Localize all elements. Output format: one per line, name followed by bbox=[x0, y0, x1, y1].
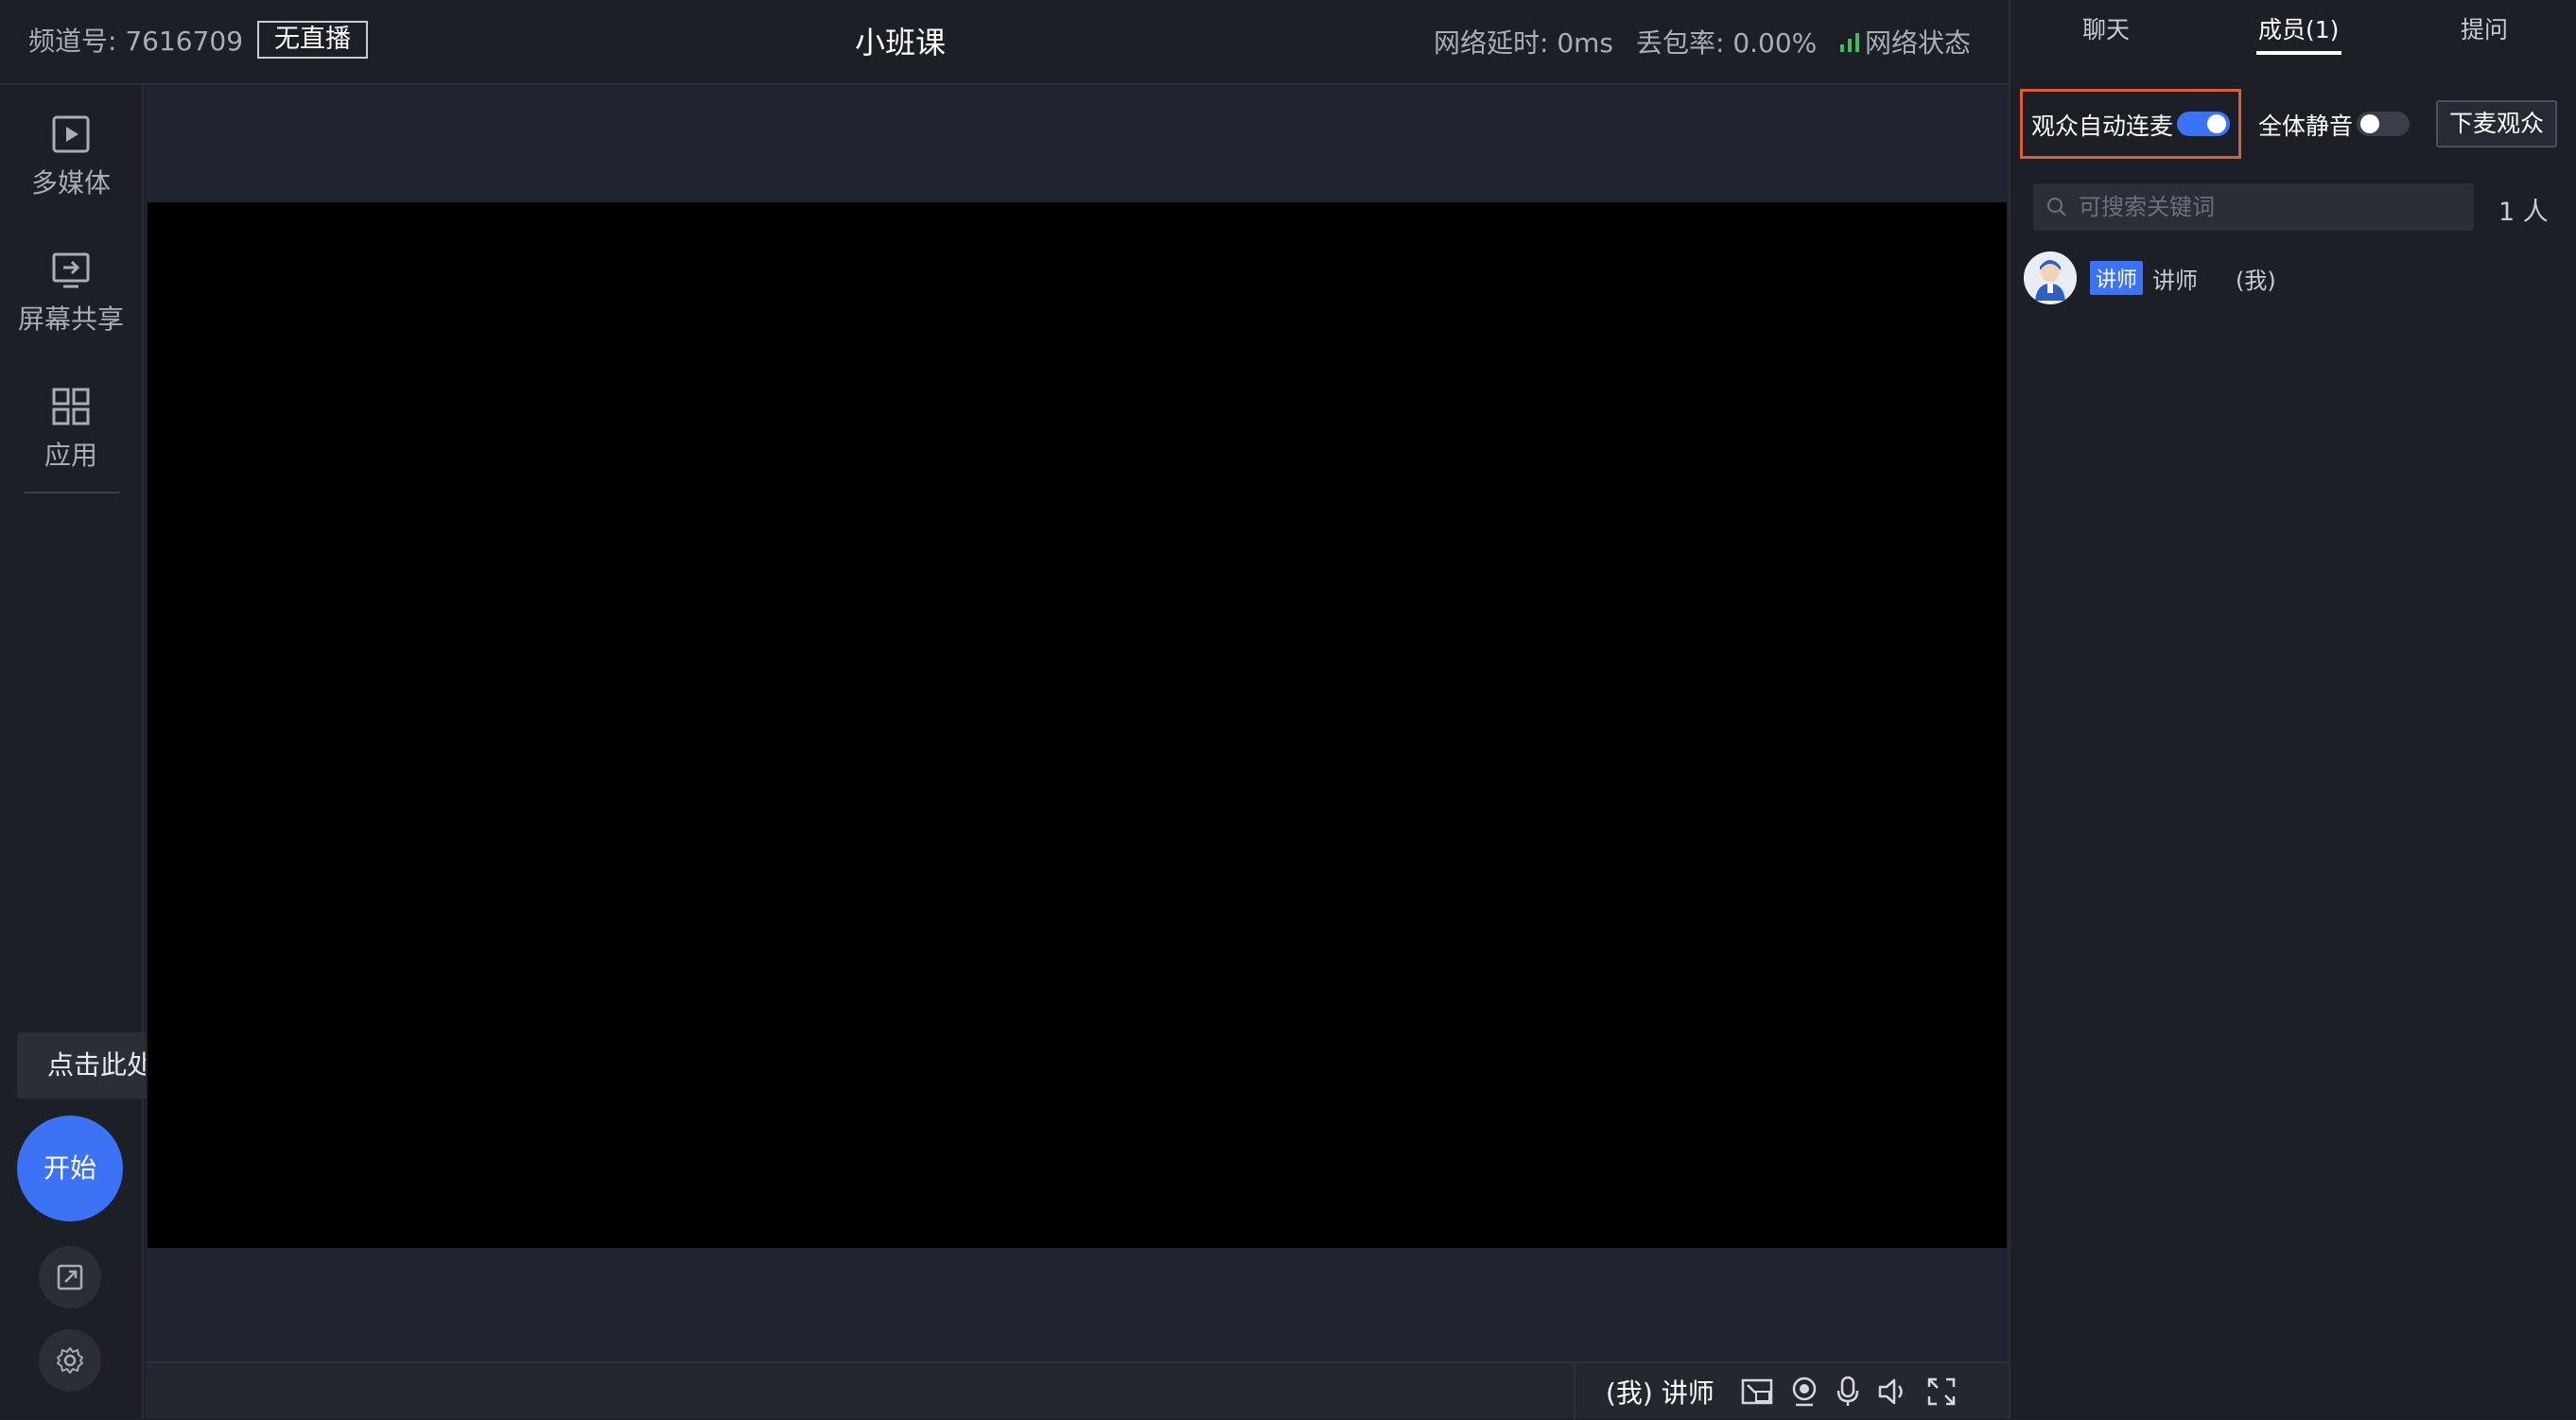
start-button[interactable]: 开始 bbox=[17, 1116, 123, 1221]
external-link-icon bbox=[57, 1264, 83, 1290]
user-controls: (我) 讲师 bbox=[1574, 1363, 2009, 1420]
tab-members[interactable]: 成员(1) bbox=[2258, 11, 2339, 45]
sidebar-item-label: 应用 bbox=[44, 440, 97, 471]
external-link-button[interactable] bbox=[39, 1246, 101, 1308]
video-area[interactable] bbox=[148, 202, 2007, 1248]
search-icon bbox=[2047, 198, 2066, 216]
gear-icon bbox=[57, 1347, 83, 1374]
member-self-tag: (我) bbox=[2236, 267, 2276, 294]
page-title: 小班课 bbox=[855, 25, 947, 61]
sidebar-item-label: 屏幕共享 bbox=[17, 303, 124, 335]
grid-icon bbox=[52, 388, 90, 425]
network-status[interactable]: 网络状态 bbox=[1840, 23, 1971, 61]
signal-icon bbox=[1840, 31, 1859, 52]
settings-button[interactable] bbox=[39, 1329, 101, 1392]
right-panel: 聊天 成员(1) 提问 观众自动连麦 全体静音 下麦观众 1 人 讲师 讲师 (… bbox=[2009, 0, 2576, 1418]
role-badge: 讲师 bbox=[2090, 261, 2144, 295]
member-name: 讲师 bbox=[2152, 267, 2199, 294]
screen-share-icon bbox=[52, 252, 90, 288]
network-latency: 网络延时: 0ms bbox=[1434, 27, 1614, 59]
play-icon bbox=[52, 115, 90, 153]
search-input[interactable] bbox=[2077, 193, 2455, 221]
sidebar-item-label: 多媒体 bbox=[30, 167, 111, 199]
tab-chat[interactable]: 聊天 bbox=[2082, 11, 2130, 45]
network-status-label: 网络状态 bbox=[1865, 27, 1972, 59]
active-tab-indicator bbox=[2256, 51, 2341, 55]
tab-questions[interactable]: 提问 bbox=[2461, 11, 2508, 45]
member-search[interactable] bbox=[2033, 183, 2474, 231]
live-status-badge: 无直播 bbox=[257, 21, 368, 59]
speaker-icon[interactable] bbox=[1877, 1377, 1909, 1406]
pip-icon[interactable] bbox=[1741, 1377, 1773, 1406]
bottom-bar: (我) 讲师 bbox=[146, 1361, 2009, 1420]
auto-mic-toggle[interactable] bbox=[2177, 112, 2230, 136]
fullscreen-icon[interactable] bbox=[1926, 1377, 1957, 1407]
auto-mic-label: 观众自动连麦 bbox=[2031, 113, 2174, 140]
camera-icon[interactable] bbox=[1790, 1377, 1819, 1407]
panel-tabs: 聊天 成员(1) 提问 bbox=[2010, 0, 2576, 61]
current-user-label: (我) 讲师 bbox=[1606, 1377, 1714, 1409]
member-options: 观众自动连麦 全体静音 下麦观众 bbox=[2010, 89, 2576, 159]
mic-icon[interactable] bbox=[1836, 1376, 1860, 1408]
member-count: 1 人 bbox=[2498, 198, 2549, 227]
top-bar: 频道号: 7616709 无直播 小班课 网络延时: 0ms 丢包率: 0.00… bbox=[0, 0, 2009, 85]
sidebar-divider bbox=[25, 492, 119, 494]
avatar bbox=[2024, 251, 2077, 304]
channel-number: 频道号: 7616709 bbox=[28, 26, 244, 57]
sidebar-item-screen-share[interactable]: 屏幕共享 bbox=[0, 250, 142, 337]
main-stage: (我) 讲师 bbox=[146, 87, 2009, 1420]
mute-all-label: 全体静音 bbox=[2258, 113, 2354, 140]
list-item[interactable]: 讲师 讲师 (我) bbox=[2024, 250, 2276, 306]
packet-loss: 丢包率: 0.00% bbox=[1636, 27, 1818, 59]
mute-all-toggle[interactable] bbox=[2357, 112, 2410, 136]
sidebar-item-multimedia[interactable]: 多媒体 bbox=[0, 113, 142, 200]
sidebar-item-apps[interactable]: 应用 bbox=[0, 386, 142, 473]
remove-mic-audience-button[interactable]: 下麦观众 bbox=[2436, 100, 2557, 147]
